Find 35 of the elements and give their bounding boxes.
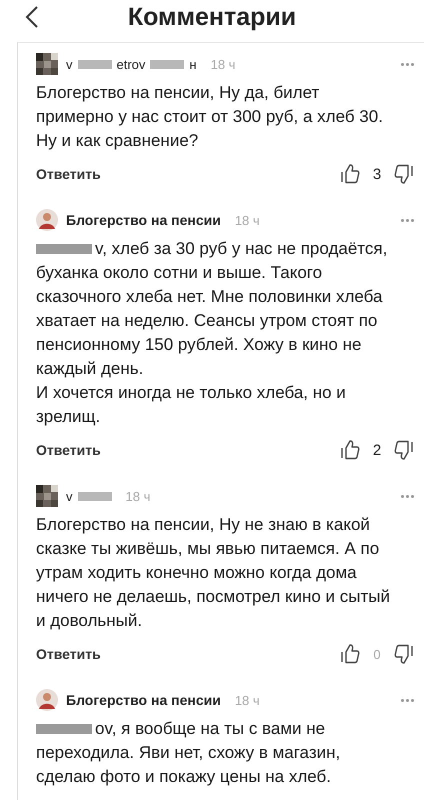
author-name: etrov [116, 56, 146, 72]
avatar [36, 485, 58, 507]
comment-time: 18 ч [126, 488, 150, 504]
redaction-block [150, 60, 184, 68]
avatar [36, 53, 58, 75]
comment-time: 18 ч [234, 212, 260, 228]
thumbs-down-icon[interactable] [394, 439, 414, 461]
reply-link[interactable]: Ответить [36, 442, 101, 458]
back-icon[interactable] [24, 5, 40, 29]
avatar [36, 689, 58, 711]
comment-text: Блогерство на пенсии, Ну не знаю в какой сказке ты живёшь, мы явью питаемся. А по утрам ходить конечно можно когда дома ничего не делаешь, посмотрел кино и сытый и довольный. [36, 514, 391, 632]
thumbs-up-icon[interactable] [340, 163, 360, 185]
avatar [36, 209, 58, 231]
thumbs-up-icon[interactable] [340, 643, 360, 665]
page-title: Комментарии [128, 2, 296, 32]
comment-time: 18 ч [234, 692, 260, 708]
thumbs-down-icon[interactable] [394, 163, 414, 185]
like-count: 3 [372, 166, 382, 182]
thumbs-down-icon[interactable] [394, 643, 414, 665]
author-name: н [189, 56, 197, 72]
comment-text: Блогерство на пенсии, Ну да, билет примерно у нас стоит от 300 руб, а хлеб 30. Ну и как сравнение? [36, 82, 384, 152]
like-count: 2 [372, 442, 382, 458]
redaction-block [78, 60, 112, 68]
author-name: v [66, 488, 72, 504]
redaction-block [78, 492, 112, 500]
author-name: Блогерство на пенсии [66, 212, 221, 228]
comment-text: v, хлеб за 30 руб у нас не продаётся, буханка около сотни и выше. Такого сказочного хлеба нет. Мне половинки хлеба хватает на неделю. Сеансы утром стоят по пенсионному 150 рублей. Хожу в кино не каждый день. И хочется иногда не только хлеба, но и зрелищ. [36, 238, 388, 428]
comment-time: 18 ч [210, 56, 236, 72]
thumbs-up-icon[interactable] [340, 439, 360, 461]
author-name: v [66, 56, 72, 72]
reply-link[interactable]: Ответить [36, 646, 101, 662]
reply-link[interactable]: Ответить [36, 166, 101, 182]
comment-text: ov, я вообще на ты с вами не переходила. Яви нет, схожу в магазин, сделаю фото и покажу цены на хлеб. [36, 718, 342, 788]
author-name: Блогерство на пенсии [66, 692, 221, 708]
like-count: 0 [372, 646, 382, 662]
